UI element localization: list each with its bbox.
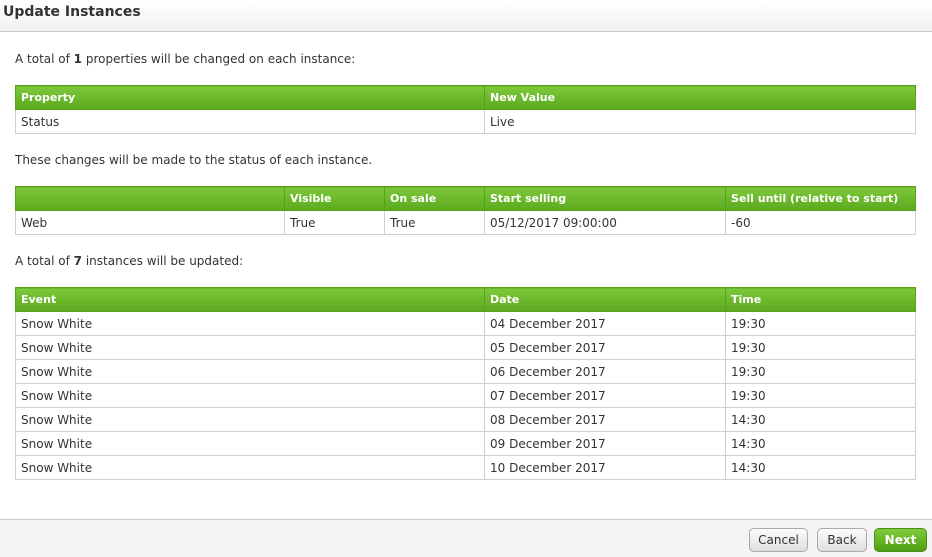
instances-count: 7: [73, 254, 83, 268]
table-row: Snow White 04 December 2017 19:30: [15, 311, 916, 336]
column-header-start-selling: Start selling: [484, 186, 726, 211]
date-cell: 10 December 2017: [484, 455, 726, 480]
table-row: Snow White 08 December 2017 14:30: [15, 407, 916, 432]
visible-cell: True: [284, 210, 385, 235]
column-header-time: Time: [725, 287, 916, 312]
event-cell: Snow White: [15, 359, 485, 384]
date-cell: 09 December 2017: [484, 431, 726, 456]
instances-table: Event Date Time Snow White 04 December 2…: [15, 287, 916, 480]
table-header-row: Property New Value: [15, 85, 916, 110]
event-cell: Snow White: [15, 335, 485, 360]
table-row: Snow White 06 December 2017 19:30: [15, 359, 916, 384]
column-header-event: Event: [15, 287, 485, 312]
dialog-title: Update Instances: [3, 4, 141, 20]
new-value-cell: Live: [484, 109, 916, 134]
table-row: Web True True 05/12/2017 09:00:00 -60: [15, 210, 916, 235]
date-cell: 05 December 2017: [484, 335, 726, 360]
dialog-footer: Cancel Back Next: [0, 519, 932, 557]
table-row: Status Live: [15, 109, 916, 134]
table-header-row: Visible On sale Start selling Sell until…: [15, 186, 916, 211]
time-cell: 14:30: [725, 407, 916, 432]
on-sale-cell: True: [384, 210, 485, 235]
time-cell: 19:30: [725, 311, 916, 336]
time-cell: 19:30: [725, 359, 916, 384]
column-header-new-value: New Value: [484, 85, 916, 110]
dialog-header: Update Instances: [0, 0, 932, 32]
column-header-property: Property: [15, 85, 485, 110]
properties-summary-prefix: A total of: [15, 52, 74, 66]
column-header-on-sale: On sale: [384, 186, 485, 211]
table-row: Snow White 10 December 2017 14:30: [15, 455, 916, 480]
time-cell: 14:30: [725, 431, 916, 456]
table-row: Snow White 09 December 2017 14:30: [15, 431, 916, 456]
event-cell: Snow White: [15, 383, 485, 408]
status-table: Visible On sale Start selling Sell until…: [15, 186, 916, 235]
time-cell: 19:30: [725, 335, 916, 360]
cancel-button[interactable]: Cancel: [749, 528, 808, 552]
column-header-date: Date: [484, 287, 726, 312]
sell-until-cell: -60: [725, 210, 916, 235]
channel-cell: Web: [15, 210, 285, 235]
back-button[interactable]: Back: [817, 528, 867, 552]
instances-summary-suffix: instances will be updated:: [82, 254, 244, 268]
column-header-sell-until: Sell until (relative to start): [725, 186, 916, 211]
instances-summary-prefix: A total of: [15, 254, 74, 268]
properties-summary: A total of 1 properties will be changed …: [15, 52, 355, 66]
table-header-row: Event Date Time: [15, 287, 916, 312]
start-selling-cell: 05/12/2017 09:00:00: [484, 210, 726, 235]
time-cell: 14:30: [725, 455, 916, 480]
instances-summary: A total of 7 instances will be updated:: [15, 254, 243, 268]
properties-count: 1: [73, 52, 83, 66]
status-summary: These changes will be made to the status…: [15, 153, 373, 167]
next-button[interactable]: Next: [874, 528, 927, 552]
event-cell: Snow White: [15, 407, 485, 432]
event-cell: Snow White: [15, 455, 485, 480]
table-row: Snow White 05 December 2017 19:30: [15, 335, 916, 360]
date-cell: 06 December 2017: [484, 359, 726, 384]
time-cell: 19:30: [725, 383, 916, 408]
properties-summary-suffix: properties will be changed on each insta…: [82, 52, 356, 66]
column-header-visible: Visible: [284, 186, 385, 211]
table-row: Snow White 07 December 2017 19:30: [15, 383, 916, 408]
column-header-channel: [15, 186, 285, 211]
date-cell: 07 December 2017: [484, 383, 726, 408]
properties-table: Property New Value Status Live: [15, 85, 916, 134]
event-cell: Snow White: [15, 311, 485, 336]
property-cell: Status: [15, 109, 485, 134]
event-cell: Snow White: [15, 431, 485, 456]
date-cell: 08 December 2017: [484, 407, 726, 432]
date-cell: 04 December 2017: [484, 311, 726, 336]
